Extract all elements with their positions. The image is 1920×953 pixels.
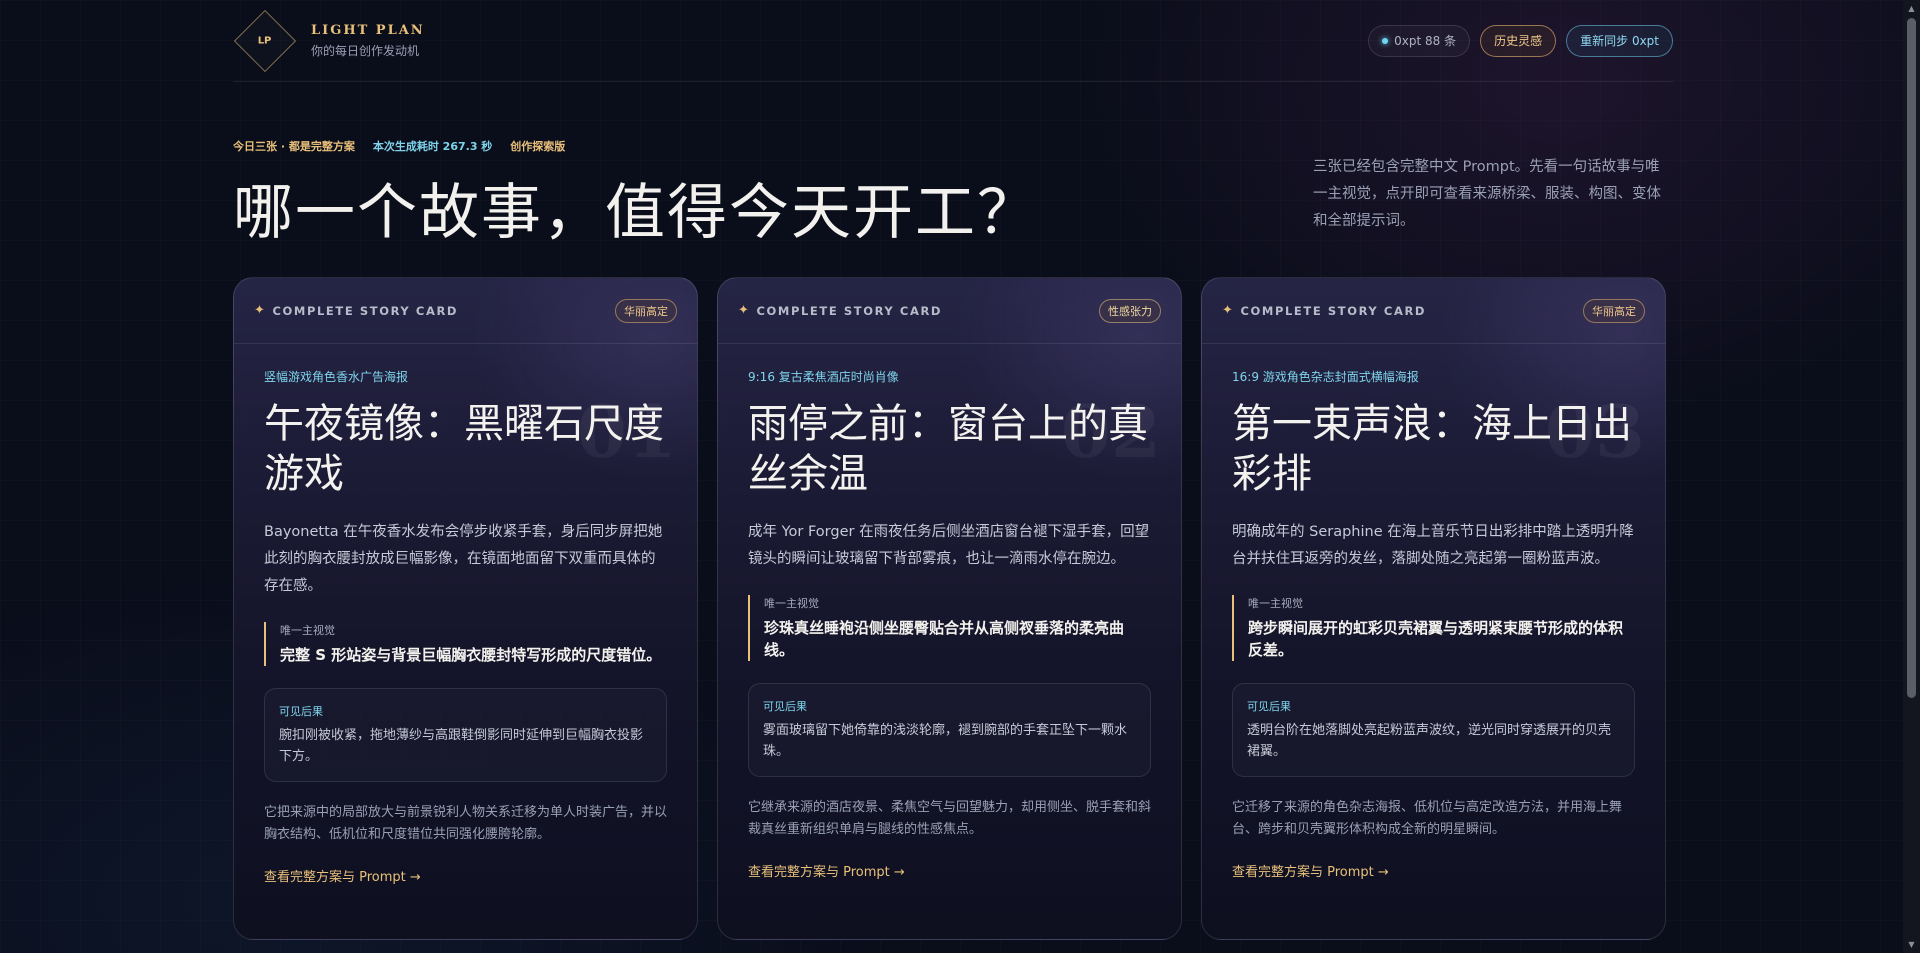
resync-button[interactable]: 重新同步 0xpt xyxy=(1566,24,1673,57)
hero-tag-time: 本次生成耗时 267.3 秒 xyxy=(372,140,493,153)
hero-tags: 今日三张 · 都是完整方案 本次生成耗时 267.3 秒 创作探索版 xyxy=(233,138,565,154)
visible-result-text: 腕扣刚被收紧，拖地薄纱与高跟鞋倒影同时延伸到巨幅胸衣投影下方。 xyxy=(279,728,644,764)
view-prompt-link[interactable]: 查看完整方案与 Prompt → xyxy=(1232,861,1389,880)
card-category: 9:16 复古柔焦酒店时尚肖像 xyxy=(748,370,899,384)
logo-icon: LP xyxy=(233,9,297,72)
main-visual: 唯一主视觉 珍珠真丝睡袍沿侧坐腰臀贴合并从高侧衩垂落的柔亮曲线。 xyxy=(748,595,1151,661)
story-card[interactable]: ✦ COMPLETE STORY CARD 华丽高定 03 16:9 游戏角色杂… xyxy=(1201,277,1666,940)
visible-result-text: 雾面玻璃留下她倚靠的浅淡轮廓，褪到腕部的手套正坠下一颗水珠。 xyxy=(763,723,1128,759)
view-prompt-link[interactable]: 查看完整方案与 Prompt → xyxy=(264,866,421,885)
style-badge: 华丽高定 xyxy=(615,298,677,323)
card-kicker: ✦ COMPLETE STORY CARD xyxy=(1222,303,1426,318)
status-dot-icon xyxy=(1382,37,1389,44)
main-visual-label: 唯一主视觉 xyxy=(280,624,335,637)
story-cards: ✦ COMPLETE STORY CARD 华丽高定 01 竖幅游戏角色香水广告… xyxy=(233,277,1666,940)
visible-result: 可见后果 透明台阶在她落脚处亮起粉蓝声波纹，逆光同时穿透展开的贝壳裙翼。 xyxy=(1232,683,1635,777)
visible-result-text: 透明台阶在她落脚处亮起粉蓝声波纹，逆光同时穿透展开的贝壳裙翼。 xyxy=(1247,723,1612,759)
card-category: 16:9 游戏角色杂志封面式横幅海报 xyxy=(1232,370,1419,384)
card-kicker-label: COMPLETE STORY CARD xyxy=(272,303,459,318)
brand-subtitle: 你的每日创作发动机 xyxy=(311,43,420,58)
card-category: 竖幅游戏角色香水广告海报 xyxy=(264,370,409,384)
brand[interactable]: LP LIGHT PLAN 你的每日创作发动机 xyxy=(233,9,425,72)
card-story: 明确成年的 Seraphine 在海上音乐节日出彩排中踏上透明升降台并扶住耳返旁… xyxy=(1232,524,1634,567)
visible-result: 可见后果 腕扣刚被收紧，拖地薄纱与高跟鞋倒影同时延伸到巨幅胸衣投影下方。 xyxy=(264,688,667,782)
visible-result-label: 可见后果 xyxy=(763,700,807,713)
page-wrapper: LP LIGHT PLAN 你的每日创作发动机 0xpt 88 条 历史灵感 重… xyxy=(233,0,1673,940)
top-bar: LP LIGHT PLAN 你的每日创作发动机 0xpt 88 条 历史灵感 重… xyxy=(233,0,1673,82)
card-kicker-label: COMPLETE STORY CARD xyxy=(1240,303,1427,318)
style-badge: 华丽高定 xyxy=(1583,298,1645,323)
card-body: 01 竖幅游戏角色香水广告海报 午夜镜像：黑曜石尺度游戏 Bayonetta 在… xyxy=(234,368,697,885)
scroll-thumb[interactable] xyxy=(1907,18,1916,698)
card-header: ✦ COMPLETE STORY CARD 华丽高定 xyxy=(1202,278,1665,344)
main-visual-text: 珍珠真丝睡袍沿侧坐腰臀贴合并从高侧衩垂落的柔亮曲线。 xyxy=(764,619,1125,659)
visible-result-label: 可见后果 xyxy=(279,705,323,718)
hero: 今日三张 · 都是完整方案 本次生成耗时 267.3 秒 创作探索版 哪一个故事… xyxy=(233,82,1673,278)
card-note: 它把来源中的局部放大与前景锐利人物关系迁移为单人时装广告，并以胸衣结构、低机位和… xyxy=(264,805,668,842)
visible-result-label: 可见后果 xyxy=(1247,700,1291,713)
hero-tag-today: 今日三张 · 都是完整方案 xyxy=(233,140,355,153)
card-header: ✦ COMPLETE STORY CARD 性感张力 xyxy=(718,278,1181,344)
card-story: Bayonetta 在午夜香水发布会停步收紧手套，身后同步屏把她此刻的胸衣腰封放… xyxy=(264,524,663,594)
style-badge: 性感张力 xyxy=(1099,298,1161,323)
card-kicker: ✦ COMPLETE STORY CARD xyxy=(738,303,942,318)
card-title: 第一束声浪：海上日出彩排 xyxy=(1232,401,1632,497)
card-note: 它迁移了来源的角色杂志海报、低机位与高定改造方法，并用海上舞台、跨步和贝壳翼形体… xyxy=(1232,800,1623,837)
visible-result: 可见后果 雾面玻璃留下她倚靠的浅淡轮廓，褪到腕部的手套正坠下一颗水珠。 xyxy=(748,683,1151,777)
main-visual-text: 跨步瞬间展开的虹彩贝壳裙翼与透明紧束腰节形成的体积反差。 xyxy=(1248,619,1624,659)
main-visual-text: 完整 S 形站姿与背景巨幅胸衣腰封特写形成的尺度错位。 xyxy=(280,646,662,664)
hero-tag-edition: 创作探索版 xyxy=(510,140,566,153)
spark-icon: ✦ xyxy=(1222,303,1235,318)
top-actions: 0xpt 88 条 历史灵感 重新同步 0xpt xyxy=(1368,24,1673,57)
card-title: 雨停之前：窗台上的真丝余温 xyxy=(748,401,1148,497)
scrollbar[interactable]: ▲ ▼ xyxy=(1903,0,1920,953)
card-title: 午夜镜像：黑曜石尺度游戏 xyxy=(264,401,664,497)
view-prompt-link[interactable]: 查看完整方案与 Prompt → xyxy=(748,861,905,880)
page-title: 哪一个故事，值得今天开工？ xyxy=(233,178,1039,248)
hero-description: 三张已经包含完整中文 Prompt。先看一句话故事与唯一主视觉，点开即可查看来源… xyxy=(1313,159,1661,229)
spark-icon: ✦ xyxy=(738,303,751,318)
card-story: 成年 Yor Forger 在雨夜任务后侧坐酒店窗台褪下湿手套，回望镜头的瞬间让… xyxy=(748,524,1150,567)
card-kicker-label: COMPLETE STORY CARD xyxy=(756,303,943,318)
logo-text: LP xyxy=(258,34,272,46)
main-visual: 唯一主视觉 跨步瞬间展开的虹彩贝壳裙翼与透明紧束腰节形成的体积反差。 xyxy=(1232,595,1635,661)
brand-text: LIGHT PLAN 你的每日创作发动机 xyxy=(311,23,425,59)
main-visual-label: 唯一主视觉 xyxy=(1248,597,1303,610)
card-body: 03 16:9 游戏角色杂志封面式横幅海报 第一束声浪：海上日出彩排 明确成年的… xyxy=(1202,368,1665,880)
brand-title: LIGHT PLAN xyxy=(311,22,425,38)
main-visual: 唯一主视觉 完整 S 形站姿与背景巨幅胸衣腰封特写形成的尺度错位。 xyxy=(264,622,667,666)
card-kicker: ✦ COMPLETE STORY CARD xyxy=(254,303,458,318)
status-text: 0xpt 88 条 xyxy=(1394,34,1457,48)
card-header: ✦ COMPLETE STORY CARD 华丽高定 xyxy=(234,278,697,344)
spark-icon: ✦ xyxy=(254,303,267,318)
story-card[interactable]: ✦ COMPLETE STORY CARD 华丽高定 01 竖幅游戏角色香水广告… xyxy=(233,277,698,940)
scroll-down-arrow-icon[interactable]: ▼ xyxy=(1903,936,1920,953)
scroll-up-arrow-icon[interactable]: ▲ xyxy=(1903,0,1920,17)
status-pill[interactable]: 0xpt 88 条 xyxy=(1368,24,1471,57)
history-button[interactable]: 历史灵感 xyxy=(1480,24,1557,57)
card-note: 它继承来源的酒店夜景、柔焦空气与回望魅力，却用侧坐、脱手套和斜裁真丝重新组织单肩… xyxy=(748,800,1152,837)
main-visual-label: 唯一主视觉 xyxy=(764,597,819,610)
story-card[interactable]: ✦ COMPLETE STORY CARD 性感张力 02 9:16 复古柔焦酒… xyxy=(717,277,1182,940)
card-body: 02 9:16 复古柔焦酒店时尚肖像 雨停之前：窗台上的真丝余温 成年 Yor … xyxy=(718,368,1181,880)
